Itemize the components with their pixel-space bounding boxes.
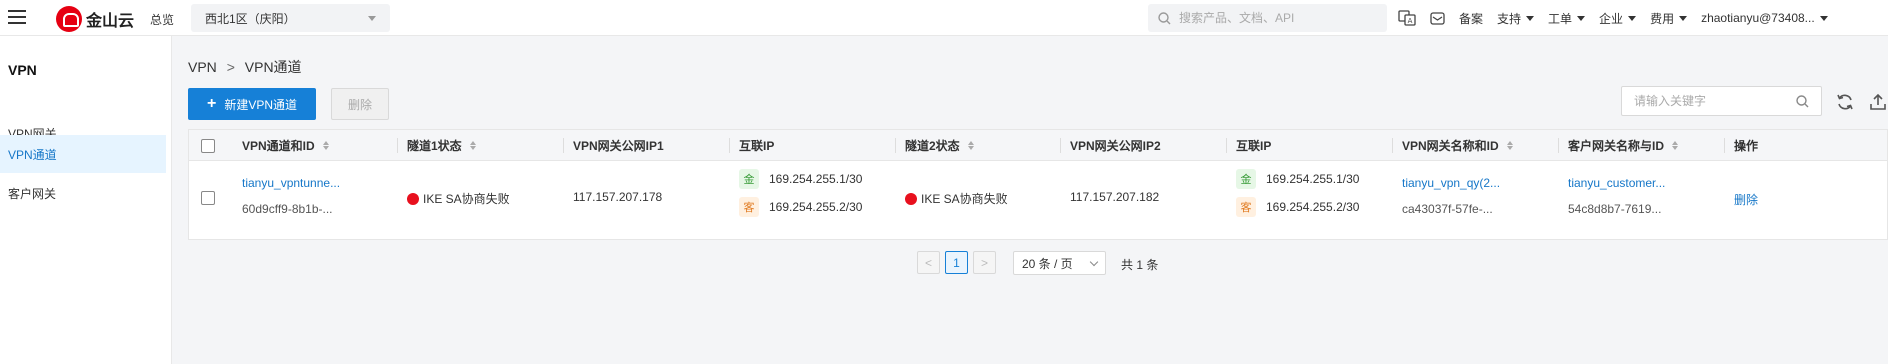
sidebar: VPN VPN网关 VPN通道 客户网关 <box>0 36 172 364</box>
nav-enterprise[interactable]: 企业 <box>1599 10 1637 27</box>
top-right-nav: A 备案 支持 工单 企业 费用 zhaotianyu@73408... <box>1398 0 1842 36</box>
vpn-tunnel-table: VPN通道和ID 隧道1状态 VPN网关公网IP1 互联IP 隧道2状态 VPN… <box>188 129 1888 240</box>
interconnect-ips-2: 金 169.254.255.1/30 客 169.254.255.2/30 <box>1236 168 1359 218</box>
gateway-public-ip1: 117.157.207.178 <box>573 190 663 204</box>
tunnel-id: 60d9cff9-8b1b-... <box>242 202 333 216</box>
region-value: 西北1区（庆阳） <box>205 11 296 26</box>
nav-billing[interactable]: 费用 <box>1650 10 1688 27</box>
keyword-input[interactable] <box>1634 94 1784 108</box>
column-header: VPN网关公网IP2 <box>1070 139 1161 153</box>
interconnect-ips-1: 金 169.254.255.1/30 客 169.254.255.2/30 <box>739 168 862 218</box>
customer-side-badge: 客 <box>739 197 759 217</box>
vpn-gateway-id: ca43037f-57fe-... <box>1402 202 1493 216</box>
keyword-search[interactable] <box>1621 86 1822 116</box>
column-header[interactable]: VPN通道和ID <box>242 130 329 161</box>
column-header: 互联IP <box>739 139 775 153</box>
translate-button[interactable]: A <box>1398 10 1416 26</box>
mail-icon <box>1430 11 1445 25</box>
sidebar-item-customer-gateway[interactable]: 客户网关 <box>0 174 166 212</box>
column-header[interactable]: 客户网关名称与ID <box>1568 130 1679 161</box>
translate-icon: A <box>1398 10 1416 26</box>
nav-overview[interactable]: 总览 <box>150 11 174 28</box>
column-header: 操作 <box>1734 139 1759 153</box>
search-input[interactable] <box>1179 11 1379 25</box>
vpn-gateway-name-link[interactable]: tianyu_vpn_qy(2... <box>1402 176 1500 190</box>
column-header[interactable]: 隧道2状态 <box>905 130 974 161</box>
menu-icon[interactable] <box>8 10 26 24</box>
prev-page-button[interactable]: < <box>917 251 940 274</box>
kingsoft-side-badge: 金 <box>1236 169 1256 189</box>
sort-icon[interactable] <box>322 141 329 150</box>
sort-icon[interactable] <box>1506 141 1513 150</box>
message-button[interactable] <box>1430 11 1445 25</box>
nav-ticket[interactable]: 工单 <box>1548 10 1586 27</box>
gateway-public-ip2: 117.157.207.182 <box>1070 190 1160 204</box>
global-search[interactable] <box>1148 4 1387 32</box>
brand-logo[interactable]: 金山云 <box>56 6 134 32</box>
breadcrumb-root[interactable]: VPN <box>188 59 217 75</box>
column-header: 互联IP <box>1236 139 1272 153</box>
search-icon[interactable] <box>1796 94 1809 108</box>
sort-icon[interactable] <box>469 141 476 150</box>
caret-down-icon <box>1819 15 1828 21</box>
total-count: 共 1 条 <box>1121 258 1159 272</box>
select-all-checkbox[interactable] <box>201 138 215 153</box>
caret-down-icon <box>1679 15 1688 21</box>
tunnel2-status: IKE SA协商失败 <box>905 190 1008 207</box>
column-header[interactable]: VPN网关名称和ID <box>1402 130 1513 161</box>
sort-icon[interactable] <box>967 141 974 150</box>
caret-down-icon <box>1577 15 1586 21</box>
delete-button[interactable]: 删除 <box>331 88 389 120</box>
create-vpn-tunnel-button[interactable]: + 新建VPN通道 <box>188 88 316 120</box>
customer-gateway-name-link[interactable]: tianyu_customer... <box>1568 176 1665 190</box>
plus-icon: + <box>206 95 217 112</box>
caret-down-icon <box>368 15 376 21</box>
refresh-icon[interactable] <box>1835 92 1855 112</box>
sidebar-item-vpn-tunnel[interactable]: VPN通道 <box>0 135 166 173</box>
kingsoft-side-badge: 金 <box>739 169 759 189</box>
error-status-icon <box>905 192 917 205</box>
export-icon[interactable] <box>1868 92 1888 112</box>
sort-icon[interactable] <box>1672 141 1679 150</box>
breadcrumb-current: VPN通道 <box>244 59 302 75</box>
breadcrumb-separator: > <box>226 59 235 75</box>
page-1-button[interactable]: 1 <box>945 251 968 274</box>
column-header: VPN网关公网IP1 <box>573 139 664 153</box>
sidebar-title: VPN <box>8 62 37 78</box>
nav-filing[interactable]: 备案 <box>1459 10 1483 27</box>
customer-gateway-id: 54c8d8b7-7619... <box>1568 202 1662 216</box>
page-size-select[interactable]: 20 条 / 页 <box>1013 251 1106 275</box>
cloud-logo-icon <box>56 6 82 32</box>
row-delete-link[interactable]: 删除 <box>1734 191 1758 208</box>
column-header[interactable]: 隧道1状态 <box>407 130 476 161</box>
next-page-button[interactable]: > <box>973 251 996 274</box>
user-menu[interactable]: zhaotianyu@73408... <box>1701 11 1828 25</box>
region-select[interactable]: 西北1区（庆阳） <box>191 4 390 32</box>
search-icon <box>1158 11 1171 24</box>
brand-name: 金山云 <box>86 13 135 30</box>
chevron-down-icon <box>1089 257 1099 266</box>
table-header: VPN通道和ID 隧道1状态 VPN网关公网IP1 互联IP 隧道2状态 VPN… <box>189 130 1887 161</box>
tunnel-name-link[interactable]: tianyu_vpntunne... <box>242 176 340 190</box>
row-checkbox[interactable] <box>201 191 215 205</box>
breadcrumb: VPN > VPN通道 <box>188 57 302 77</box>
error-status-icon <box>407 192 419 205</box>
caret-down-icon <box>1628 15 1637 21</box>
customer-side-badge: 客 <box>1236 197 1256 217</box>
top-bar: 金山云 总览 西北1区（庆阳） A 备案 支持 工单 企业 费用 zhaotia… <box>0 0 1888 36</box>
tunnel1-status: IKE SA协商失败 <box>407 190 510 207</box>
caret-down-icon <box>1526 15 1535 21</box>
nav-support[interactable]: 支持 <box>1497 10 1535 27</box>
svg-text:A: A <box>1408 17 1413 25</box>
